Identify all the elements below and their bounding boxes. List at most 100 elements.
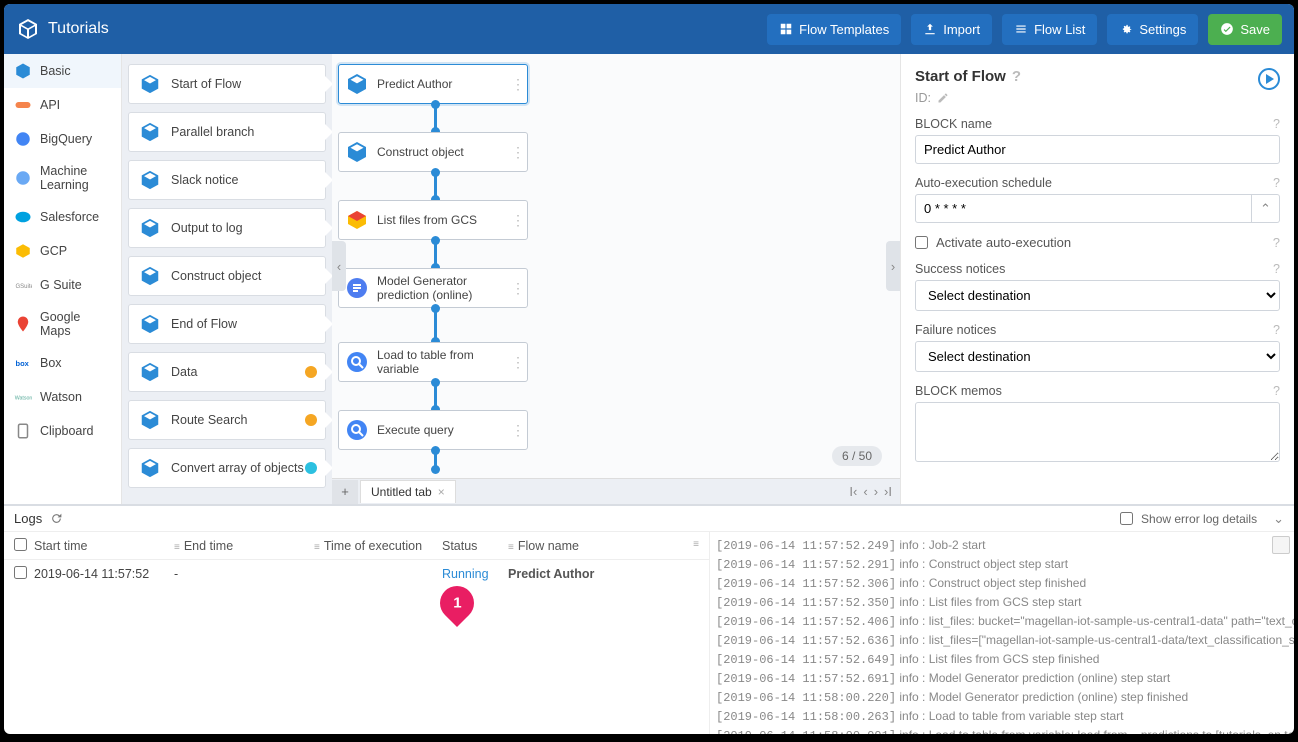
flow-node[interactable]: Model Generator prediction (online)⋮ <box>338 268 528 308</box>
col-flow-name[interactable]: ≡Flow name≡ <box>508 539 709 553</box>
block-card[interactable]: Convert array of objects <box>128 448 326 488</box>
schedule-expand-button[interactable]: ⌃ <box>1252 194 1280 223</box>
show-error-checkbox[interactable] <box>1120 512 1133 525</box>
sidebar-item-label: Watson <box>40 390 82 404</box>
svg-text:box: box <box>16 359 30 368</box>
memos-textarea[interactable] <box>915 402 1280 462</box>
drag-handle-icon[interactable]: ⋮ <box>511 76 521 93</box>
block-card[interactable]: Output to log <box>128 208 326 248</box>
run-checkbox[interactable] <box>14 566 27 579</box>
tabs-last-button[interactable]: ›I <box>884 484 892 499</box>
block-card[interactable]: Start of Flow <box>128 64 326 104</box>
log-line: [2019-06-14 11:58:00.263] info : Load to… <box>716 707 1288 726</box>
failure-select[interactable]: Select destination <box>915 341 1280 372</box>
annotation-marker-1: 1 <box>440 586 474 634</box>
bigquery-icon <box>14 130 32 148</box>
block-card[interactable]: Construct object <box>128 256 326 296</box>
help-icon[interactable]: ? <box>1273 323 1280 337</box>
col-end-time[interactable]: ≡End time <box>174 539 314 553</box>
cube-icon <box>139 217 161 239</box>
svg-text:GSuite: GSuite <box>16 284 33 290</box>
flow-node[interactable]: Predict Author ⋮ <box>338 64 528 104</box>
cube-icon <box>139 409 161 431</box>
properties-panel: Start of Flow ? ID: BLOCK name? Auto-exe… <box>900 54 1294 504</box>
sidebar-item-label: G Suite <box>40 278 82 292</box>
sidebar: BasicAPIBigQueryMachine LearningSalesfor… <box>4 54 122 504</box>
grid-icon <box>779 22 793 36</box>
drag-handle-icon[interactable]: ⋮ <box>511 422 521 439</box>
col-exec-time[interactable]: ≡Time of execution <box>314 539 442 553</box>
flow-templates-button[interactable]: Flow Templates <box>767 14 901 45</box>
flow-list-button[interactable]: Flow List <box>1002 14 1097 45</box>
badge-dot <box>305 366 317 378</box>
block-card[interactable]: Slack notice <box>128 160 326 200</box>
drag-handle-icon[interactable]: ⋮ <box>511 144 521 161</box>
success-select[interactable]: Select destination <box>915 280 1280 311</box>
flow-node[interactable]: List files from GCS⋮ <box>338 200 528 240</box>
help-icon[interactable]: ? <box>1273 384 1280 398</box>
close-icon[interactable]: × <box>438 485 445 499</box>
flow-node[interactable]: Load to table from variable⋮ <box>338 342 528 382</box>
run-button[interactable] <box>1258 68 1280 90</box>
sidebar-item-clipboard[interactable]: Clipboard <box>4 414 121 448</box>
settings-button[interactable]: Settings <box>1107 14 1198 45</box>
cube-icon <box>139 73 161 95</box>
block-name-input[interactable] <box>915 135 1280 164</box>
run-row[interactable]: 2019-06-14 11:57:52 - Running Predict Au… <box>4 560 709 588</box>
sidebar-item-salesforce[interactable]: Salesforce <box>4 200 121 234</box>
col-status[interactable]: Status <box>442 539 508 553</box>
block-label: Parallel branch <box>171 125 254 139</box>
tabs-next-button[interactable]: › <box>874 484 878 499</box>
flow-node[interactable]: Construct object⋮ <box>338 132 528 172</box>
sidebar-item-api[interactable]: API <box>4 88 121 122</box>
copy-icon[interactable] <box>1272 536 1290 554</box>
log-line: [2019-06-14 11:57:52.306] info : Constru… <box>716 574 1288 593</box>
drag-handle-icon[interactable]: ⋮ <box>511 212 521 229</box>
add-tab-button[interactable]: + <box>332 480 358 504</box>
block-card[interactable]: End of Flow <box>128 304 326 344</box>
drag-handle-icon[interactable]: ⋮ <box>511 280 521 297</box>
col-start-time[interactable]: Start time <box>34 539 174 553</box>
sidebar-item-gsuite[interactable]: GSuite G Suite <box>4 268 121 302</box>
drag-handle-icon[interactable]: ⋮ <box>511 354 521 371</box>
select-all-checkbox[interactable] <box>14 538 27 551</box>
sidebar-item-maps[interactable]: Google Maps <box>4 302 121 346</box>
block-card[interactable]: Data <box>128 352 326 392</box>
refresh-icon[interactable] <box>50 512 63 525</box>
flow-node[interactable]: Execute query⋮ <box>338 410 528 450</box>
sidebar-item-bigquery[interactable]: BigQuery <box>4 122 121 156</box>
help-icon[interactable]: ? <box>1012 68 1021 85</box>
gsuite-icon: GSuite <box>14 276 32 294</box>
sidebar-item-watson[interactable]: WatsonWatson <box>4 380 121 414</box>
collapse-left-handle[interactable]: ‹ <box>332 241 346 291</box>
cube-icon <box>139 457 161 479</box>
sidebar-item-box[interactable]: boxBox <box>4 346 121 380</box>
api-icon <box>14 96 32 114</box>
schedule-input[interactable] <box>915 194 1252 223</box>
collapse-right-handle[interactable]: › <box>886 241 900 291</box>
block-card[interactable]: Route Search <box>128 400 326 440</box>
log-line: [2019-06-14 11:57:52.406] info : list_fi… <box>716 612 1288 631</box>
help-icon[interactable]: ? <box>1273 117 1280 131</box>
help-icon[interactable]: ? <box>1273 176 1280 190</box>
pencil-icon[interactable] <box>937 92 949 104</box>
tab-untitled[interactable]: Untitled tab× <box>360 480 456 503</box>
block-card[interactable]: Parallel branch <box>128 112 326 152</box>
tabs-prev-button[interactable]: ‹ <box>863 484 867 499</box>
activate-checkbox[interactable] <box>915 236 928 249</box>
id-row: ID: <box>915 91 1280 105</box>
log-line: [2019-06-14 11:57:52.649] info : List fi… <box>716 650 1288 669</box>
node-label: Predict Author <box>377 77 503 91</box>
sidebar-item-basic[interactable]: Basic <box>4 54 121 88</box>
help-icon[interactable]: ? <box>1273 235 1280 250</box>
tabs-first-button[interactable]: I‹ <box>849 484 857 499</box>
sidebar-item-ml[interactable]: Machine Learning <box>4 156 121 200</box>
check-icon <box>1220 22 1234 36</box>
flow-canvas[interactable]: ‹ › Predict Author⋮Construct object⋮List… <box>332 54 900 478</box>
save-button[interactable]: Save <box>1208 14 1282 45</box>
gcp-icon <box>14 242 32 260</box>
import-button[interactable]: Import <box>911 14 992 45</box>
chevron-down-icon[interactable]: ⌄ <box>1273 511 1284 527</box>
help-icon[interactable]: ? <box>1273 262 1280 276</box>
sidebar-item-gcp[interactable]: GCP <box>4 234 121 268</box>
